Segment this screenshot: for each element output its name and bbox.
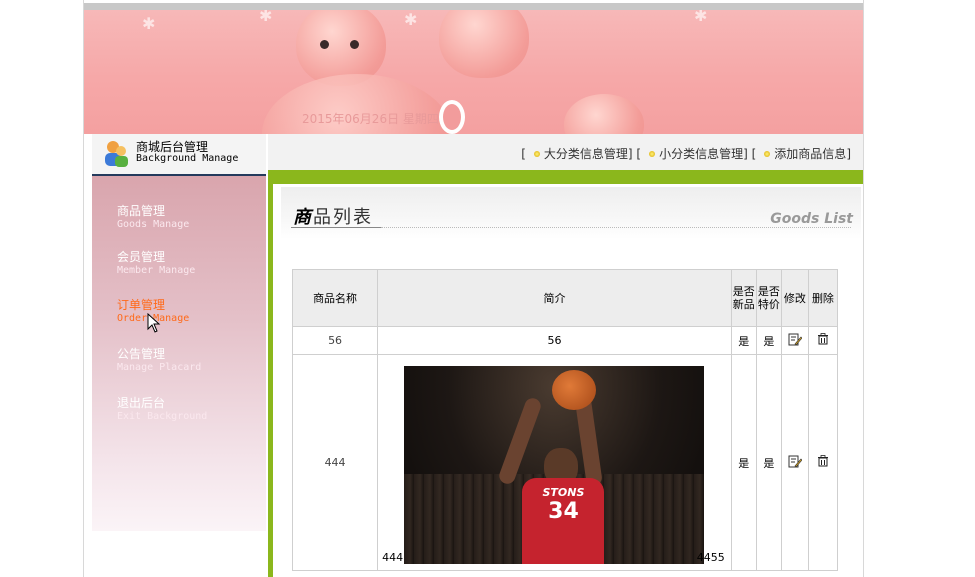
title-divider bbox=[381, 227, 851, 228]
header-banner: ✱ ✱ ✱ ✱ 2015年06月26日 星期四 bbox=[84, 10, 863, 134]
edit-icon[interactable] bbox=[788, 332, 802, 346]
bracket: [ bbox=[521, 147, 526, 161]
photo-arm bbox=[497, 395, 544, 487]
edit-cell bbox=[781, 327, 808, 354]
top-nav: [大分类信息管理] [小分类信息管理] [添加商品信息] bbox=[268, 134, 863, 170]
is-new-cell: 是 bbox=[731, 327, 756, 354]
sidebar-item-members[interactable]: 会员管理 Member Manage bbox=[117, 248, 257, 276]
nav-link-major-category[interactable]: 大分类信息管理 bbox=[544, 147, 628, 161]
col-header-is-new: 是否新品 bbox=[731, 270, 756, 326]
jersey-team: STONS bbox=[542, 486, 585, 499]
bullet-icon bbox=[533, 151, 540, 157]
bracket: ] bbox=[846, 147, 851, 161]
delete-cell bbox=[808, 355, 837, 570]
sidebar-item-sublabel: Order Manage bbox=[117, 313, 190, 324]
goods-photo: STONS 34 bbox=[404, 366, 705, 564]
admin-avatar-icon bbox=[105, 141, 128, 167]
snowflake-icon: ✱ bbox=[142, 14, 156, 33]
trash-icon[interactable] bbox=[817, 455, 829, 467]
sidebar-item-exit[interactable]: 退出后台 Exit Background bbox=[117, 394, 257, 422]
is-new-cell: 是 bbox=[731, 355, 756, 570]
goods-desc-cell: 56 bbox=[378, 327, 731, 354]
title-box: 商品列表 Goods List bbox=[281, 187, 861, 239]
trash-icon[interactable] bbox=[817, 333, 829, 345]
is-special-cell: 是 bbox=[756, 355, 781, 570]
ring-decoration bbox=[439, 100, 465, 134]
mascot-right bbox=[439, 10, 529, 78]
desc-text-right: 4455 bbox=[696, 551, 725, 564]
sidebar-item-label: 公告管理 bbox=[117, 347, 166, 361]
bracket: ] [ bbox=[743, 147, 757, 161]
snowflake-icon: ✱ bbox=[259, 10, 273, 25]
edit-icon[interactable] bbox=[788, 454, 802, 468]
is-special-cell: 是 bbox=[756, 327, 781, 354]
bullet-icon bbox=[764, 151, 771, 157]
sidebar-item-placard[interactable]: 公告管理 Manage Placard bbox=[117, 345, 257, 373]
snowflake-icon: ✱ bbox=[404, 10, 418, 29]
nav-link-minor-category[interactable]: 小分类信息管理 bbox=[659, 147, 743, 161]
date-text: 2015年06月26日 星期四 bbox=[302, 112, 439, 126]
delete-cell bbox=[808, 327, 837, 354]
top-strip bbox=[84, 3, 863, 10]
sidebar-item-goods[interactable]: 商品管理 Goods Manage bbox=[117, 202, 257, 230]
sidebar-subtitle: Background Manage bbox=[136, 153, 239, 164]
title-underline bbox=[291, 227, 381, 228]
col-header-delete: 删除 bbox=[808, 270, 837, 326]
sidebar-menu: 商品管理 Goods Manage 会员管理 Member Manage 订单管… bbox=[92, 176, 266, 531]
sidebar-item-label: 订单管理 bbox=[117, 298, 166, 312]
col-header-name: 商品名称 bbox=[293, 270, 378, 326]
sidebar-item-sublabel: Exit Background bbox=[117, 411, 208, 422]
accent-bar bbox=[268, 170, 863, 184]
page-title-en: Goods List bbox=[770, 211, 853, 227]
desc-text-left: 444 bbox=[382, 551, 404, 564]
sidebar-item-sublabel: Manage Placard bbox=[117, 362, 202, 373]
jersey-number: 34 bbox=[548, 499, 579, 524]
page-frame: ✱ ✱ ✱ ✱ 2015年06月26日 星期四 商城后台管理 Backgroun… bbox=[83, 0, 864, 577]
goods-name-cell: 444 bbox=[293, 355, 378, 570]
page-title: 商品列表 bbox=[293, 203, 373, 229]
col-header-is-special: 是否特价 bbox=[756, 270, 781, 326]
table-row: 444 STONS 34 444 4455 是 是 bbox=[293, 355, 837, 570]
page-title-rest: 品列表 bbox=[313, 207, 373, 228]
mouse-cursor-icon bbox=[147, 313, 161, 333]
col-header-edit: 修改 bbox=[781, 270, 808, 326]
sidebar-item-orders[interactable]: 订单管理 Order Manage bbox=[117, 296, 257, 324]
sidebar-item-sublabel: Goods Manage bbox=[117, 219, 190, 230]
main-content: 商品列表 Goods List 商品名称 简介 是否新品 是否特价 修改 删除 … bbox=[268, 184, 863, 577]
goods-name-cell: 56 bbox=[293, 327, 378, 354]
sidebar-item-label: 商品管理 bbox=[117, 204, 166, 218]
table-header-row: 商品名称 简介 是否新品 是否特价 修改 删除 bbox=[293, 270, 837, 326]
sidebar-header: 商城后台管理 Background Manage bbox=[92, 134, 266, 176]
edit-cell bbox=[781, 355, 808, 570]
nav-links: [大分类信息管理] [小分类信息管理] [添加商品信息] bbox=[521, 145, 851, 162]
sidebar-item-label: 会员管理 bbox=[117, 250, 166, 264]
nav-link-add-goods[interactable]: 添加商品信息 bbox=[774, 147, 846, 161]
goods-table: 商品名称 简介 是否新品 是否特价 修改 删除 56 56 是 是 444 ST… bbox=[292, 269, 838, 571]
snowflake-icon: ✱ bbox=[694, 10, 708, 25]
bullet-icon bbox=[649, 151, 656, 157]
sidebar-item-label: 退出后台 bbox=[117, 396, 166, 410]
page-title-bold: 商 bbox=[293, 207, 313, 228]
goods-desc-cell: STONS 34 444 4455 bbox=[378, 355, 731, 570]
table-row: 56 56 是 是 bbox=[293, 327, 837, 354]
sidebar-item-sublabel: Member Manage bbox=[117, 265, 196, 276]
photo-jersey: STONS 34 bbox=[522, 478, 605, 564]
mascot-small bbox=[564, 94, 644, 134]
bracket: ] [ bbox=[627, 147, 642, 161]
col-header-desc: 简介 bbox=[378, 270, 731, 326]
